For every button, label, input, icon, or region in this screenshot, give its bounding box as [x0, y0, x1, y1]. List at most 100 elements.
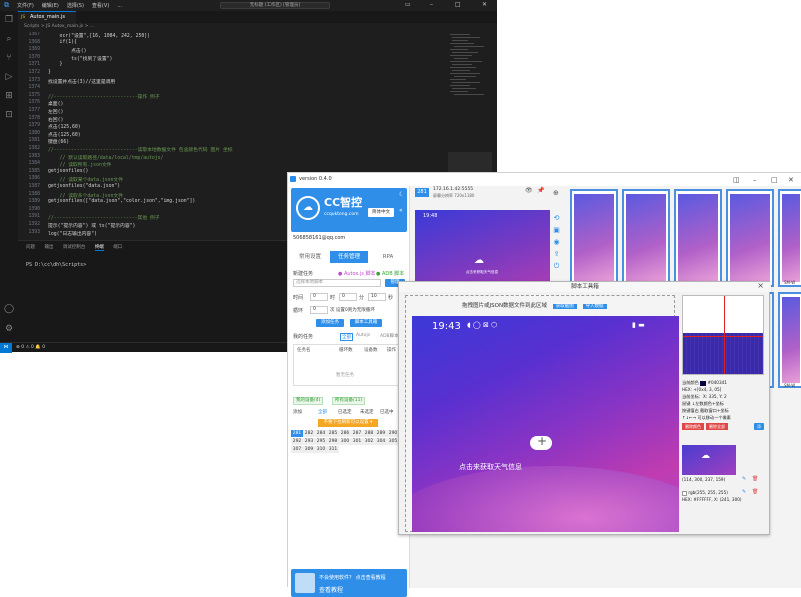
hours-input[interactable]: 0	[310, 293, 328, 301]
device-thumb[interactable]	[778, 292, 801, 388]
device-filter-unselected[interactable]: 未选定	[360, 409, 374, 415]
seconds-input[interactable]: 10	[368, 293, 386, 301]
breadcrumb[interactable]: Scripts > JS Autox_main.js > ...	[24, 24, 94, 29]
tab-my-devices[interactable]: 我的设备(4)	[293, 397, 324, 405]
autojs-radio[interactable]: ● Autox.js 脚本	[338, 270, 376, 277]
panel-tab-problems[interactable]: 问题	[26, 245, 35, 250]
device-number[interactable]: 295	[315, 438, 327, 445]
device-number[interactable]: 287	[351, 430, 363, 437]
drop-zone[interactable]: 拖拽图片或JSON数据文件到此区域 获取截图 导入数据 19:43 ◖ ◯ ⊠ …	[405, 295, 679, 532]
device-number[interactable]: 282	[303, 430, 315, 437]
close-icon[interactable]: ×	[757, 281, 764, 290]
import-data-button[interactable]: 导入数据	[582, 304, 607, 309]
device-number[interactable]: 298	[327, 438, 339, 445]
screenshot-preview[interactable]: 19:43 ◖ ◯ ⊠ ⬡ ▮ ▬ + 点击来获取天气信息	[412, 316, 679, 532]
rotate-icon[interactable]: ⟲	[552, 214, 561, 223]
minimize-icon[interactable]: –	[430, 1, 433, 8]
device-thumb[interactable]	[570, 189, 618, 287]
maximize-icon[interactable]: □	[455, 1, 461, 8]
menu-edit[interactable]: 编辑(E)	[42, 2, 59, 9]
device-thumb[interactable]	[622, 189, 670, 287]
device-number[interactable]: 281	[291, 430, 303, 437]
device-filter-checked[interactable]: 已选中	[380, 409, 394, 415]
menu-selection[interactable]: 选择(S)	[67, 2, 84, 9]
close-icon[interactable]: ✕	[482, 1, 487, 8]
tab-task-management[interactable]: 任务管理	[330, 251, 368, 263]
device-thumb[interactable]	[726, 189, 774, 287]
delete-icon[interactable]: 🗑	[752, 489, 758, 495]
device-filter-selected[interactable]: 已选定	[338, 409, 352, 415]
explorer-icon[interactable]: ❐	[3, 14, 15, 26]
tab-rpa[interactable]: RPA	[369, 251, 407, 263]
script-toolbox-button[interactable]: 脚本工具箱	[350, 319, 382, 327]
command-center[interactable]: 无标题 (工作区) [管理员]	[220, 2, 330, 9]
device-number[interactable]: 309	[303, 446, 315, 453]
device-filter-all[interactable]: 全部	[318, 409, 327, 415]
menu-file[interactable]: 文件(F)	[17, 2, 34, 9]
panel-tab-output[interactable]: 输出	[44, 245, 53, 250]
extensions-icon[interactable]: ⊞	[3, 90, 15, 102]
delete-icon[interactable]: 🗑	[752, 476, 758, 482]
device-number[interactable]: 311	[327, 446, 339, 453]
add-icon[interactable]: ⊕	[553, 189, 559, 197]
device-number[interactable]: 289	[375, 430, 387, 437]
device-number[interactable]: 284	[315, 430, 327, 437]
edit-icon[interactable]: ✎	[742, 476, 746, 482]
source-control-icon[interactable]: ⑂	[3, 52, 15, 64]
filter-all[interactable]: 全部	[340, 333, 353, 341]
device-number[interactable]: 300	[339, 438, 351, 445]
add-button[interactable]: 添	[754, 423, 764, 430]
device-thumb[interactable]	[674, 189, 722, 287]
adb-radio[interactable]: ● ADB 脚本	[376, 270, 404, 277]
pin-icon[interactable]: 📌	[537, 187, 544, 194]
power-icon[interactable]: ⏻	[552, 262, 561, 271]
device-number[interactable]: 286	[339, 430, 351, 437]
terminal-prompt[interactable]: PS D:\cc\dh\Scripts>	[26, 262, 86, 268]
device-number[interactable]: 310	[315, 446, 327, 453]
minutes-input[interactable]: 0	[339, 293, 357, 301]
device-number[interactable]: 307	[291, 446, 303, 453]
get-screenshot-button[interactable]: 获取截图	[552, 304, 577, 309]
remote-icon[interactable]: ⊡	[3, 109, 15, 121]
device-filter-add[interactable]: 添加	[293, 409, 302, 415]
panel-tab-terminal[interactable]: 终端	[94, 245, 104, 251]
device-number[interactable]: 292	[291, 438, 303, 445]
run-debug-icon[interactable]: ▷	[3, 71, 15, 83]
device-thumb[interactable]	[778, 189, 801, 287]
tutorial-link[interactable]: 查看教程	[319, 585, 343, 594]
menu-more[interactable]: ...	[117, 3, 122, 9]
panel-tab-ports[interactable]: 端口	[113, 245, 122, 250]
home-icon[interactable]: ◉	[552, 238, 561, 247]
tab-all-devices[interactable]: 所有设备(11)	[332, 397, 366, 405]
delete-all-button[interactable]: 删除全部	[706, 423, 728, 430]
layout-icon[interactable]: ▭	[405, 1, 411, 8]
remote-indicator-icon[interactable]: ⋈	[0, 343, 12, 353]
screenshot-icon[interactable]: ▣	[552, 226, 561, 235]
loop-input[interactable]: 0	[310, 306, 328, 314]
account-icon[interactable]: ◯	[3, 303, 15, 315]
script-select[interactable]: 选择本地脚本	[293, 279, 381, 287]
tab-common-settings[interactable]: 常用设置	[291, 251, 329, 263]
language-select[interactable]: 简体中文	[368, 208, 394, 217]
device-number[interactable]: 288	[363, 430, 375, 437]
settings-gear-icon[interactable]: ⚙	[3, 323, 15, 335]
status-problems[interactable]: ⊗ 0 ⚠ 0 🔔 0	[16, 345, 45, 350]
device-number[interactable]: 304	[375, 438, 387, 445]
filter-adb[interactable]: ADB脚本	[380, 333, 399, 339]
device-number[interactable]: 285	[327, 430, 339, 437]
cropped-region[interactable]: ☁	[682, 445, 736, 475]
collapse-icon[interactable]: «	[399, 207, 403, 214]
color-checkbox[interactable]	[682, 490, 687, 496]
panel-tab-debug-console[interactable]: 调试控制台	[63, 245, 86, 250]
tutorial-banner[interactable]: 不会使用软件？ 点击查看教程 查看教程	[291, 569, 407, 597]
upload-icon[interactable]: ⇪	[552, 250, 561, 259]
refresh-dropdown[interactable]: 不要下拉刷新可以设置 ▾	[318, 419, 378, 427]
menu-view[interactable]: 查看(V)	[92, 2, 109, 9]
moon-icon[interactable]: ☾	[399, 191, 404, 198]
eye-icon[interactable]: 👁	[525, 187, 533, 194]
delete-color-button[interactable]: 删除颜色	[682, 423, 704, 430]
device-number[interactable]: 293	[303, 438, 315, 445]
minimap[interactable]	[448, 32, 492, 182]
device-number[interactable]: 302	[363, 438, 375, 445]
search-icon[interactable]: ⌕	[3, 33, 15, 45]
